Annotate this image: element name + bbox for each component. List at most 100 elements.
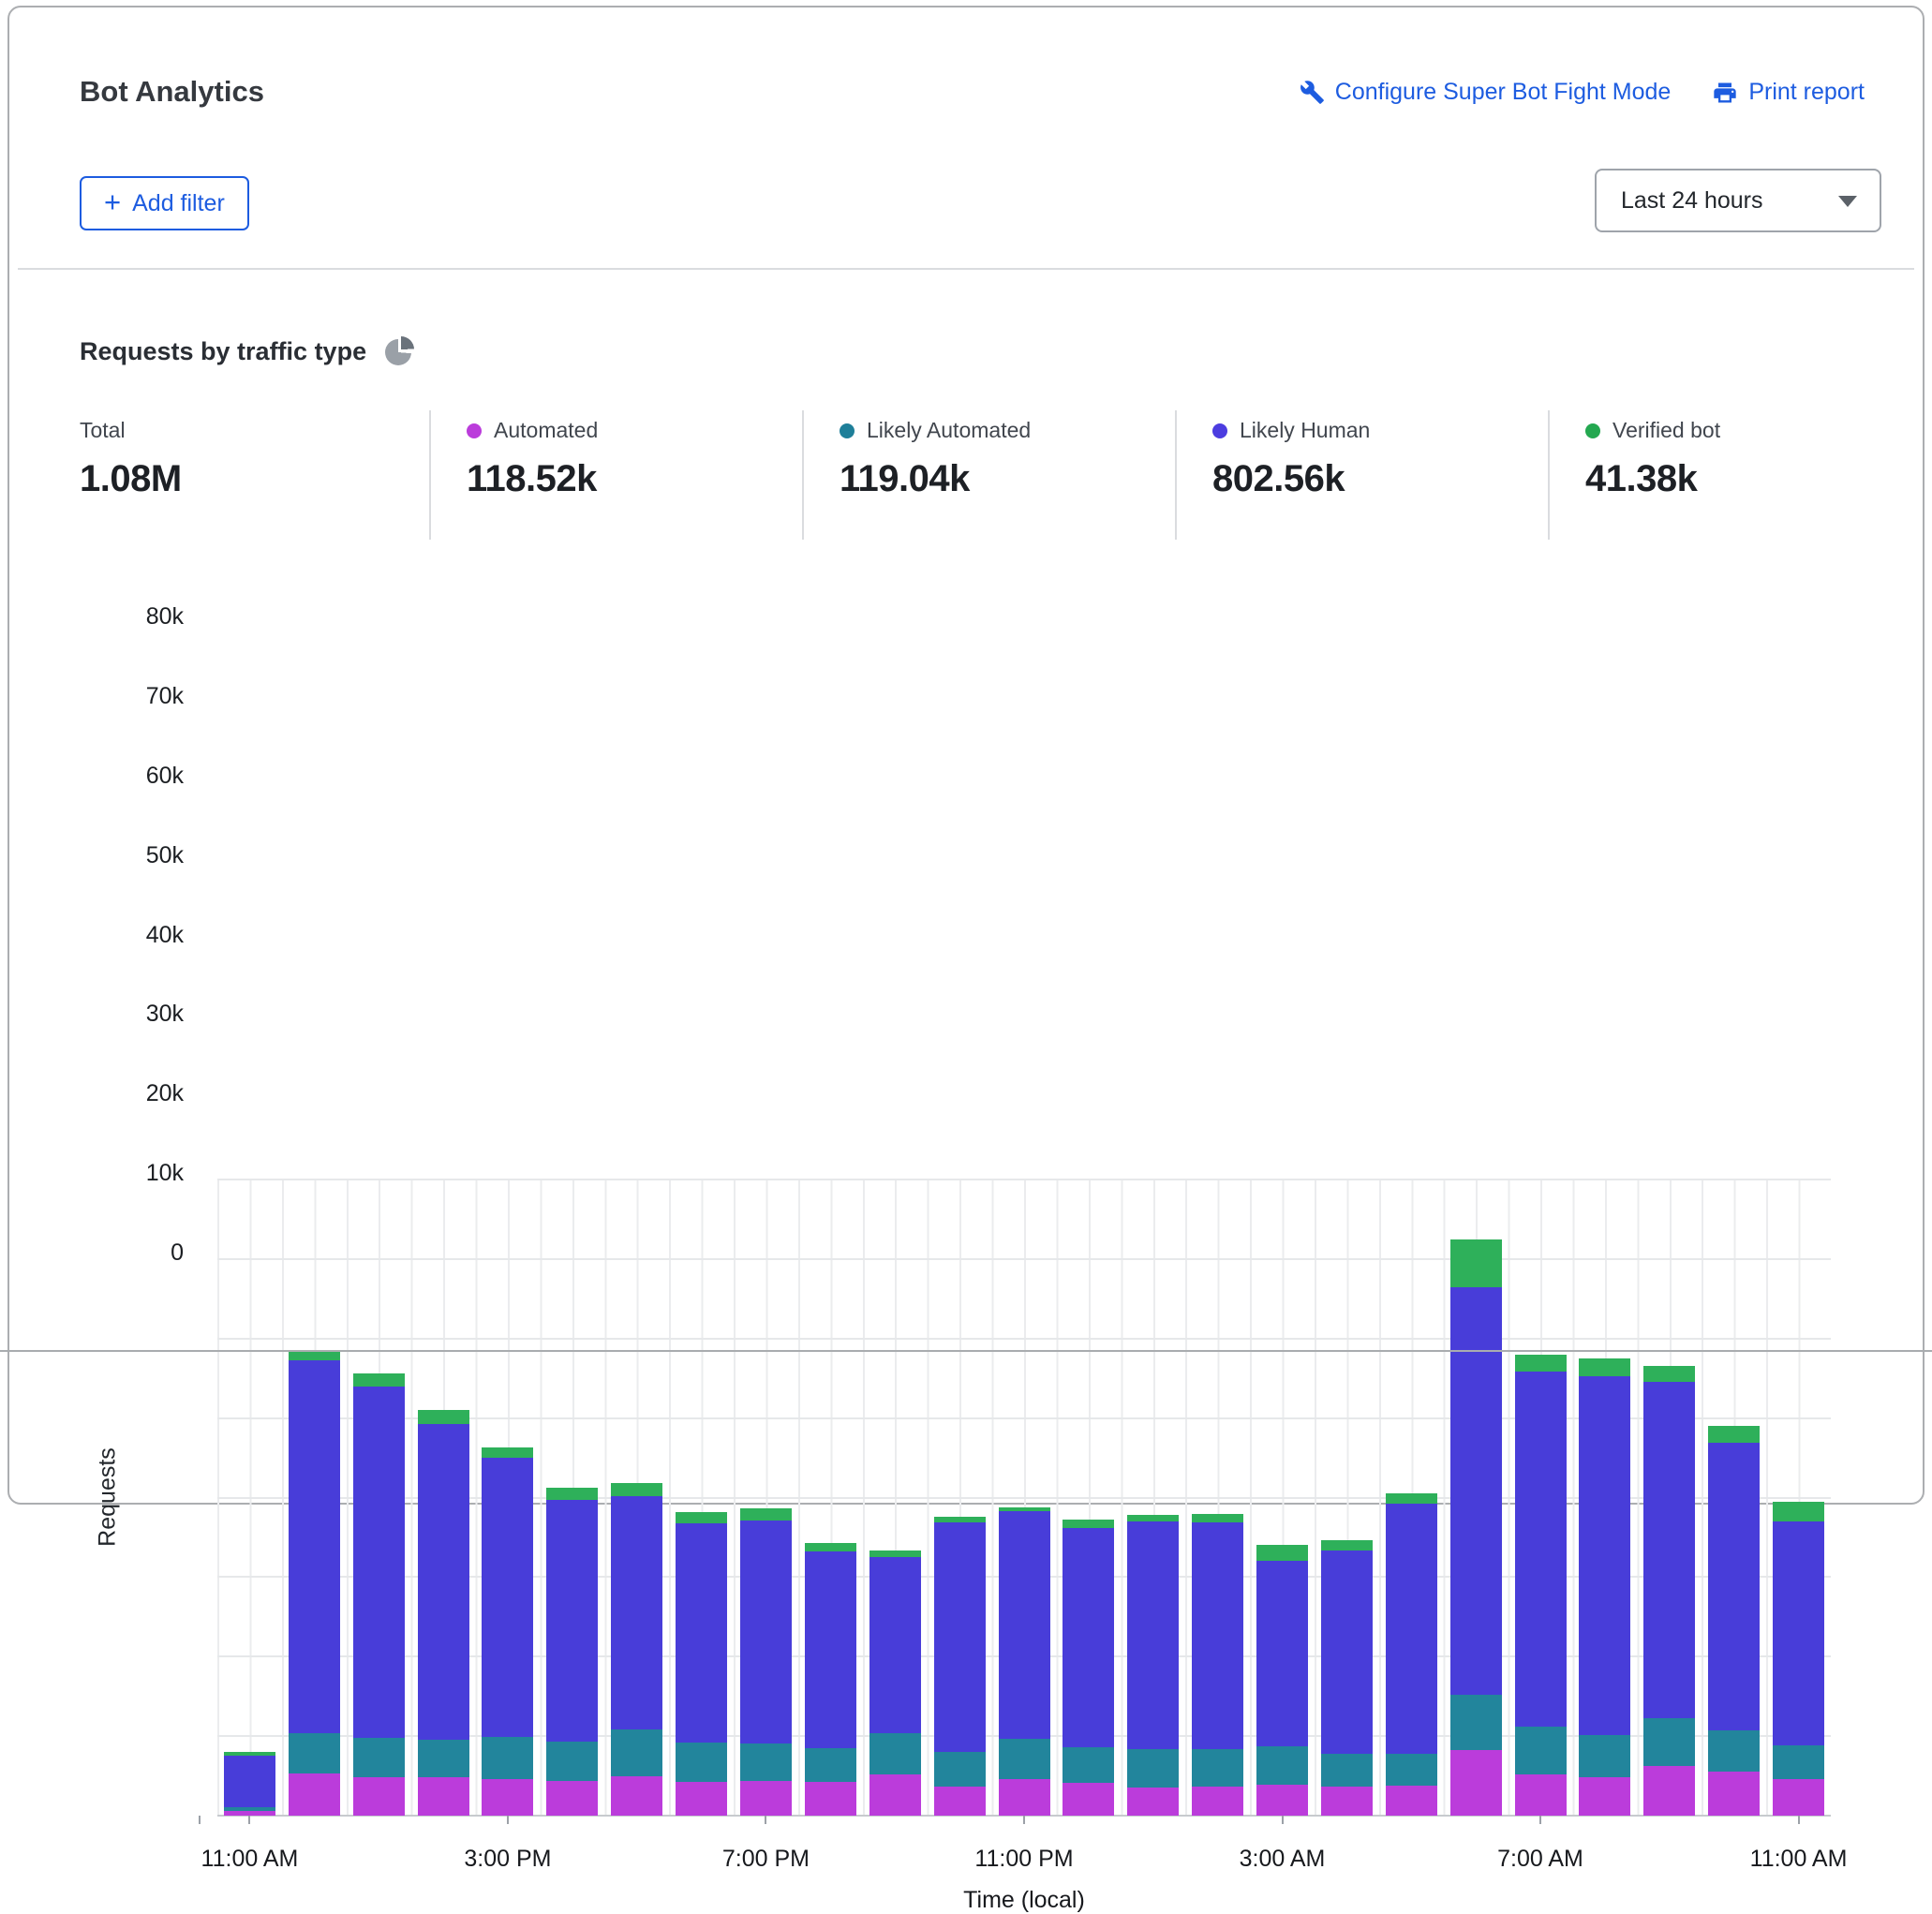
bar-segment-verified-bot[interactable] <box>546 1488 599 1501</box>
bar-segment-automated[interactable] <box>611 1776 663 1816</box>
bar-segment-likely-automated[interactable] <box>1708 1730 1761 1773</box>
bar-segment-likely-automated[interactable] <box>804 1747 856 1782</box>
bar-segment-likely-automated[interactable] <box>1514 1726 1567 1774</box>
bar-segment-verified-bot[interactable] <box>1063 1520 1115 1528</box>
bar-segment-automated[interactable] <box>1127 1788 1180 1816</box>
bar-segment-likely-human[interactable] <box>1643 1381 1696 1719</box>
bar-segment-likely-human[interactable] <box>933 1521 986 1753</box>
bar-segment-likely-human[interactable] <box>288 1359 340 1733</box>
bar-segment-likely-automated[interactable] <box>1449 1695 1502 1750</box>
bar-segment-verified-bot[interactable] <box>1773 1501 1825 1521</box>
bar-segment-verified-bot[interactable] <box>998 1506 1050 1511</box>
bar-segment-likely-human[interactable] <box>869 1557 921 1733</box>
bar-segment-likely-automated[interactable] <box>1127 1748 1180 1788</box>
stat-block-likely-human[interactable]: Likely Human 802.56k <box>1175 410 1548 540</box>
bar-segment-automated[interactable] <box>1256 1784 1309 1816</box>
bar-segment-automated[interactable] <box>1192 1786 1244 1816</box>
bar-segment-likely-human[interactable] <box>1385 1504 1437 1754</box>
bar-segment-likely-human[interactable] <box>417 1423 469 1740</box>
bar-segment-automated[interactable] <box>1579 1777 1631 1816</box>
bar-segment-automated[interactable] <box>739 1780 792 1816</box>
bar-segment-automated[interactable] <box>804 1781 856 1816</box>
stat-block-likely-automated[interactable]: Likely Automated 119.04k <box>802 410 1175 540</box>
bar-segment-automated[interactable] <box>1773 1778 1825 1816</box>
bar-segment-likely-automated[interactable] <box>869 1732 921 1774</box>
bar-segment-verified-bot[interactable] <box>611 1483 663 1496</box>
time-range-select[interactable]: Last 24 hours <box>1595 169 1881 232</box>
bar-segment-verified-bot[interactable] <box>804 1542 856 1552</box>
bar-segment-likely-automated[interactable] <box>288 1732 340 1774</box>
chart-plot-area[interactable] <box>199 1179 1831 1824</box>
bar-segment-likely-human[interactable] <box>1127 1521 1180 1749</box>
bar-segment-verified-bot[interactable] <box>223 1752 275 1756</box>
bar-segment-verified-bot[interactable] <box>1320 1539 1373 1550</box>
bar-segment-likely-automated[interactable] <box>417 1739 469 1778</box>
bar-segment-verified-bot[interactable] <box>869 1550 921 1558</box>
add-filter-button[interactable]: + Add filter <box>80 176 249 230</box>
bar-segment-likely-automated[interactable] <box>352 1737 405 1778</box>
bar-segment-verified-bot[interactable] <box>676 1511 728 1523</box>
bar-segment-verified-bot[interactable] <box>739 1508 792 1521</box>
bar-segment-automated[interactable] <box>676 1782 728 1816</box>
bar-segment-verified-bot[interactable] <box>1256 1545 1309 1562</box>
bar-segment-verified-bot[interactable] <box>1708 1426 1761 1443</box>
bar-segment-likely-human[interactable] <box>1449 1286 1502 1695</box>
bar-segment-likely-human[interactable] <box>1579 1375 1631 1736</box>
bar-segment-likely-human[interactable] <box>1063 1527 1115 1748</box>
bar-segment-likely-human[interactable] <box>482 1458 534 1737</box>
bar-segment-likely-automated[interactable] <box>739 1743 792 1781</box>
configure-super-bot-fight-mode-link[interactable]: Configure Super Bot Fight Mode <box>1300 79 1671 106</box>
bar-segment-verified-bot[interactable] <box>417 1410 469 1424</box>
bar-segment-likely-human[interactable] <box>676 1522 728 1743</box>
stat-block-automated[interactable]: Automated 118.52k <box>429 410 802 540</box>
bar-segment-automated[interactable] <box>1385 1785 1437 1816</box>
bar-segment-likely-automated[interactable] <box>1643 1718 1696 1766</box>
bar-segment-automated[interactable] <box>869 1773 921 1816</box>
bar-segment-verified-bot[interactable] <box>352 1373 405 1387</box>
bar-segment-likely-human[interactable] <box>1320 1550 1373 1754</box>
bar-segment-likely-automated[interactable] <box>546 1742 599 1781</box>
bar-segment-likely-human[interactable] <box>223 1755 275 1807</box>
bar-segment-likely-automated[interactable] <box>1256 1746 1309 1785</box>
bar-segment-verified-bot[interactable] <box>1579 1358 1631 1376</box>
bar-segment-likely-human[interactable] <box>1773 1521 1825 1746</box>
bar-segment-verified-bot[interactable] <box>1449 1239 1502 1287</box>
bar-segment-verified-bot[interactable] <box>933 1516 986 1522</box>
bar-segment-automated[interactable] <box>1449 1749 1502 1816</box>
bar-segment-likely-automated[interactable] <box>223 1806 275 1811</box>
bar-segment-automated[interactable] <box>998 1778 1050 1816</box>
bar-segment-automated[interactable] <box>482 1778 534 1816</box>
bar-segment-likely-automated[interactable] <box>998 1738 1050 1779</box>
bar-segment-likely-human[interactable] <box>352 1386 405 1738</box>
bar-segment-likely-automated[interactable] <box>611 1729 663 1777</box>
bar-segment-likely-automated[interactable] <box>1385 1753 1437 1786</box>
bar-segment-likely-human[interactable] <box>1708 1442 1761 1731</box>
bar-segment-likely-human[interactable] <box>739 1521 792 1743</box>
bar-segment-likely-automated[interactable] <box>482 1737 534 1779</box>
bar-segment-automated[interactable] <box>546 1780 599 1816</box>
bar-segment-verified-bot[interactable] <box>1385 1493 1437 1505</box>
bar-segment-automated[interactable] <box>933 1787 986 1816</box>
bar-segment-automated[interactable] <box>352 1777 405 1816</box>
stat-block-total[interactable]: Total 1.08M <box>80 410 429 540</box>
bar-segment-verified-bot[interactable] <box>1643 1366 1696 1382</box>
bar-segment-verified-bot[interactable] <box>1192 1514 1244 1522</box>
bar-segment-likely-automated[interactable] <box>1192 1748 1244 1787</box>
bar-segment-verified-bot[interactable] <box>1127 1515 1180 1521</box>
bar-segment-likely-automated[interactable] <box>1063 1747 1115 1784</box>
stat-block-verified-bot[interactable]: Verified bot 41.38k <box>1548 410 1866 540</box>
bar-segment-automated[interactable] <box>1063 1783 1115 1816</box>
bar-segment-automated[interactable] <box>1708 1772 1761 1816</box>
bar-segment-automated[interactable] <box>1643 1765 1696 1816</box>
bar-segment-automated[interactable] <box>1514 1773 1567 1816</box>
bar-segment-automated[interactable] <box>288 1773 340 1816</box>
bar-segment-likely-human[interactable] <box>1514 1371 1567 1727</box>
bar-segment-likely-automated[interactable] <box>1320 1753 1373 1788</box>
bar-segment-likely-automated[interactable] <box>1773 1745 1825 1779</box>
bar-segment-likely-automated[interactable] <box>1579 1735 1631 1778</box>
bar-segment-likely-human[interactable] <box>998 1510 1050 1739</box>
bar-segment-likely-human[interactable] <box>546 1500 599 1743</box>
bar-segment-likely-automated[interactable] <box>933 1752 986 1788</box>
bar-segment-verified-bot[interactable] <box>288 1350 340 1360</box>
bar-segment-verified-bot[interactable] <box>482 1447 534 1459</box>
